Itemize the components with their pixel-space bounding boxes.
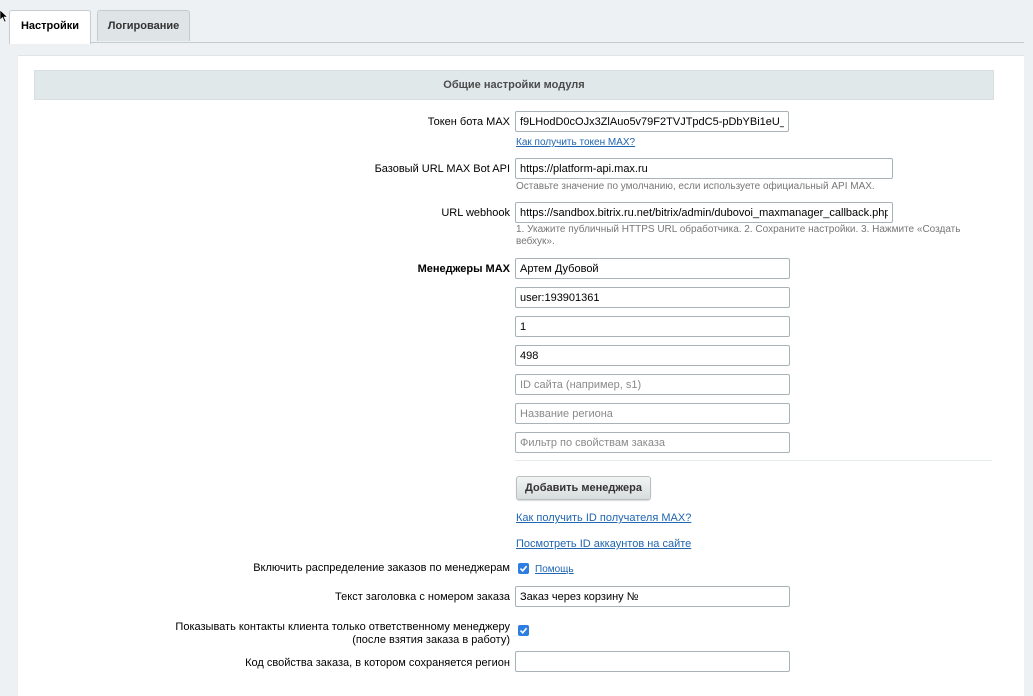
region-prop-input[interactable] bbox=[515, 651, 790, 672]
distribution-label: Включить распределение заказов по менедж… bbox=[253, 562, 510, 574]
contacts-only-label: Показывать контакты клиента только ответ… bbox=[175, 621, 510, 647]
manager-site-input[interactable] bbox=[515, 374, 790, 395]
manager-region-input[interactable] bbox=[515, 403, 790, 424]
tab-settings[interactable]: Настройки bbox=[9, 10, 91, 44]
tab-bar: Настройки Логирование bbox=[0, 0, 1033, 44]
tab-logging[interactable]: Логирование bbox=[97, 10, 190, 41]
managers-label: Менеджеры MAX bbox=[417, 263, 510, 275]
manager-user-input[interactable] bbox=[515, 287, 790, 308]
settings-panel: Общие настройки модуля Токен бота MAX Ка… bbox=[18, 55, 1024, 696]
token-label: Токен бота MAX bbox=[427, 116, 510, 128]
webhook-input[interactable] bbox=[515, 202, 893, 223]
recipient-id-help-link[interactable]: Как получить ID получателя MAX? bbox=[516, 512, 691, 524]
managers-divider bbox=[515, 460, 992, 461]
manager-field4-input[interactable] bbox=[515, 345, 790, 366]
token-input[interactable] bbox=[515, 111, 789, 132]
manager-name-input[interactable] bbox=[515, 258, 790, 279]
webhook-label: URL webhook bbox=[441, 207, 510, 219]
distribution-checkbox[interactable] bbox=[518, 563, 529, 574]
header-text-input[interactable] bbox=[515, 586, 790, 607]
distribution-help-link[interactable]: Помощь bbox=[535, 564, 574, 575]
region-prop-label: Код свойства заказа, в котором сохраняет… bbox=[245, 657, 510, 669]
base-url-hint: Оставьте значение по умолчанию, если исп… bbox=[516, 181, 875, 192]
checkmark-icon bbox=[519, 627, 528, 634]
contacts-only-label-line1: Показывать контакты клиента только ответ… bbox=[175, 621, 510, 633]
contacts-only-checkbox[interactable] bbox=[518, 625, 529, 636]
webhook-hint-line2: вебхук». bbox=[516, 236, 555, 247]
tab-divider bbox=[9, 42, 1024, 43]
manager-filter-input[interactable] bbox=[515, 432, 790, 453]
view-account-ids-link[interactable]: Посмотреть ID аккаунтов на сайте bbox=[516, 538, 691, 550]
token-help-link[interactable]: Как получить токен MAX? bbox=[516, 137, 635, 148]
base-url-input[interactable] bbox=[515, 158, 893, 179]
manager-field3-input[interactable] bbox=[515, 316, 790, 337]
header-text-label: Текст заголовка с номером заказа bbox=[335, 591, 510, 603]
webhook-hint-line1: 1. Укажите публичный HTTPS URL обработчи… bbox=[516, 224, 961, 235]
add-manager-button[interactable]: Добавить менеджера bbox=[516, 476, 651, 500]
contacts-only-label-line2: (после взятия заказа в работу) bbox=[352, 634, 510, 646]
checkmark-icon bbox=[519, 565, 528, 572]
base-url-label: Базовый URL MAX Bot API bbox=[374, 163, 510, 175]
section-header: Общие настройки модуля bbox=[34, 70, 994, 100]
